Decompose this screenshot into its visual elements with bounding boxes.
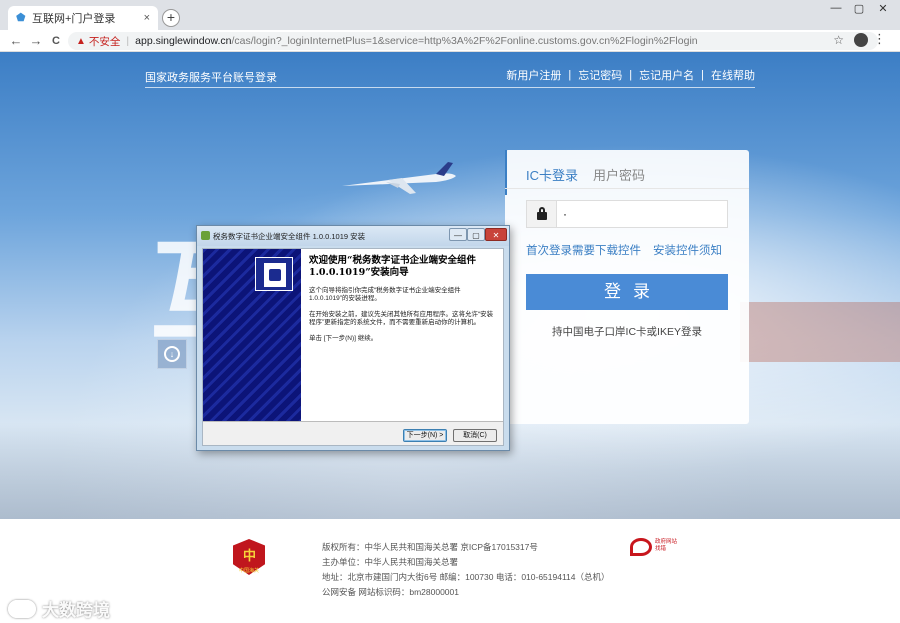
browser-menu-icon[interactable]: ⋮	[873, 31, 886, 47]
account-avatar-icon[interactable]	[854, 33, 868, 47]
dialog-minimize-button[interactable]: —	[449, 228, 467, 241]
tab-close-icon[interactable]: ×	[144, 12, 150, 24]
emblem-mark: 中	[243, 549, 257, 564]
tab-underline	[505, 188, 749, 189]
window-maximize-button[interactable]: ▢	[848, 2, 870, 15]
dialog-close-button[interactable]: ✕	[485, 228, 507, 241]
footer-info: 版权所有：中华人民共和国海关总署 京ICP备17015317号 主办单位：中华人…	[322, 540, 610, 600]
download-button[interactable]: ↓	[157, 339, 187, 369]
back-button[interactable]: ←	[8, 32, 24, 50]
container-stack-decoration	[740, 302, 900, 362]
new-tab-button[interactable]: +	[162, 9, 180, 27]
wizard-continue-hint: 单击 [下一步(N)] 继续。	[309, 335, 378, 342]
dialog-separator	[203, 421, 503, 422]
link-divider: |	[701, 69, 704, 81]
bookmark-star-icon[interactable]: ☆	[833, 33, 844, 47]
next-button[interactable]: 下一步(N) >	[403, 429, 447, 442]
download-control-link[interactable]: 下载控件	[595, 245, 641, 257]
url-path: /cas/login?_loginInternetPlus=1&service=…	[231, 35, 698, 47]
reload-button[interactable]: C	[48, 32, 64, 50]
login-card: IC卡登录 用户密码 首次登录需要下载控件安装控件须知 登录 持中国电子口岸IC…	[505, 150, 749, 424]
wizard-intro: 这个向导将指引你完成“税务数字证书企业端安全组件 1.0.0.1019”的安装进…	[309, 287, 461, 302]
airplane-decoration	[342, 162, 456, 194]
address-bar[interactable]: ▲ 不安全 | app.singlewindow.cn /cas/login?_…	[68, 32, 878, 50]
emblem-label: 中国海关	[238, 568, 259, 574]
login-button[interactable]: 登录	[526, 274, 728, 310]
header-divider	[145, 87, 755, 88]
installer-app-icon	[201, 231, 210, 240]
insecure-label: 不安全	[88, 35, 121, 48]
forgot-password-link[interactable]: 忘记密码	[578, 67, 622, 83]
register-link[interactable]: 新用户注册	[506, 67, 561, 83]
first-login-hint: 首次登录需要	[526, 245, 595, 257]
warning-triangle-icon: ▲	[76, 35, 86, 47]
browser-toolbar: ← → C ▲ 不安全 | app.singlewindow.cn /cas/l…	[0, 30, 900, 52]
host-line: 主办单位：中华人民共和国海关总署	[322, 557, 459, 567]
forward-button[interactable]: →	[28, 32, 44, 50]
web-page: 互 国家政务服务平台账号登录 新用户注册 | 忘记密码 | 忘记用户名 | 在线…	[0, 52, 900, 623]
gov-error-report-icon[interactable]	[630, 538, 652, 556]
login-hints: 首次登录需要下载控件 安装控件须知	[526, 242, 722, 258]
watermark: 大数跨境	[8, 596, 110, 621]
copyright-line: 版权所有：中华人民共和国海关总署 京ICP备17015317号	[322, 542, 538, 552]
wizard-advice: 在开始安装之前，建议先关闭其他所有应用程序。这将允许“安装程序”更新指定的系统文…	[309, 311, 494, 326]
dialog-body: 欢迎使用“税务数字证书企业端安全组件 1.0.0.1019”安装向导 这个向导将…	[202, 248, 504, 446]
window-minimize-button[interactable]: —	[825, 2, 847, 14]
browser-tabstrip: ⬟ 互联网+门户登录 × + — ▢ ✕	[0, 0, 900, 30]
security-line: 公网安备 网站标识码：bm28000001	[322, 587, 459, 597]
tab-title: 互联网+门户登录	[32, 13, 116, 25]
address-line: 地址：北京市建国门内大街6号 邮编：100730 电话：010-65194114…	[322, 572, 610, 582]
top-links: 新用户注册 | 忘记密码 | 忘记用户名 | 在线帮助	[506, 67, 755, 83]
url-host: app.singlewindow.cn	[135, 35, 232, 47]
watermark-text: 大数跨境	[42, 601, 110, 620]
lock-icon	[527, 201, 557, 227]
page-footer: 中 中国海关 版权所有：中华人民共和国海关总署 京ICP备17015317号 主…	[0, 519, 900, 623]
tab-ic-card-login[interactable]: IC卡登录	[526, 165, 578, 184]
installer-dialog: 税务数字证书企业端安全组件 1.0.0.1019 安装 — ▢ ✕ 欢迎使用“税…	[196, 225, 510, 451]
tab-password-login[interactable]: 用户密码	[593, 165, 645, 184]
link-divider: |	[568, 69, 572, 81]
browser-tab[interactable]: ⬟ 互联网+门户登录 ×	[8, 6, 158, 30]
online-help-link[interactable]: 在线帮助	[711, 67, 755, 83]
wizard-side-banner	[203, 249, 301, 421]
gov-error-report-label[interactable]: 政府网站 找错	[655, 539, 677, 553]
pin-field	[526, 200, 728, 228]
watermark-logo-icon	[8, 599, 36, 618]
omnibox-separator: |	[126, 35, 130, 47]
cancel-button[interactable]: 取消(C)	[453, 429, 497, 442]
installer-logo-icon	[255, 257, 293, 291]
wizard-heading: 欢迎使用“税务数字证书企业端安全组件 1.0.0.1019”安装向导	[309, 255, 476, 278]
shield-favicon-icon: ⬟	[16, 12, 26, 24]
link-divider: |	[629, 69, 633, 81]
wizard-content: 欢迎使用“税务数字证书企业端安全组件 1.0.0.1019”安装向导 这个向导将…	[301, 249, 503, 421]
pin-input[interactable]	[563, 205, 723, 223]
platform-title: 国家政务服务平台账号登录	[145, 72, 277, 84]
install-notice-link[interactable]: 安装控件须知	[653, 245, 722, 257]
dialog-title: 税务数字证书企业端安全组件 1.0.0.1019 安装	[213, 232, 366, 241]
download-icon: ↓	[164, 346, 180, 362]
forgot-username-link[interactable]: 忘记用户名	[639, 67, 694, 83]
dialog-maximize-button[interactable]: ▢	[467, 228, 485, 241]
dialog-titlebar[interactable]: 税务数字证书企业端安全组件 1.0.0.1019 安装 — ▢ ✕	[197, 226, 509, 246]
login-note: 持中国电子口岸IC卡或IKEY登录	[552, 326, 702, 338]
window-close-button[interactable]: ✕	[872, 2, 894, 15]
